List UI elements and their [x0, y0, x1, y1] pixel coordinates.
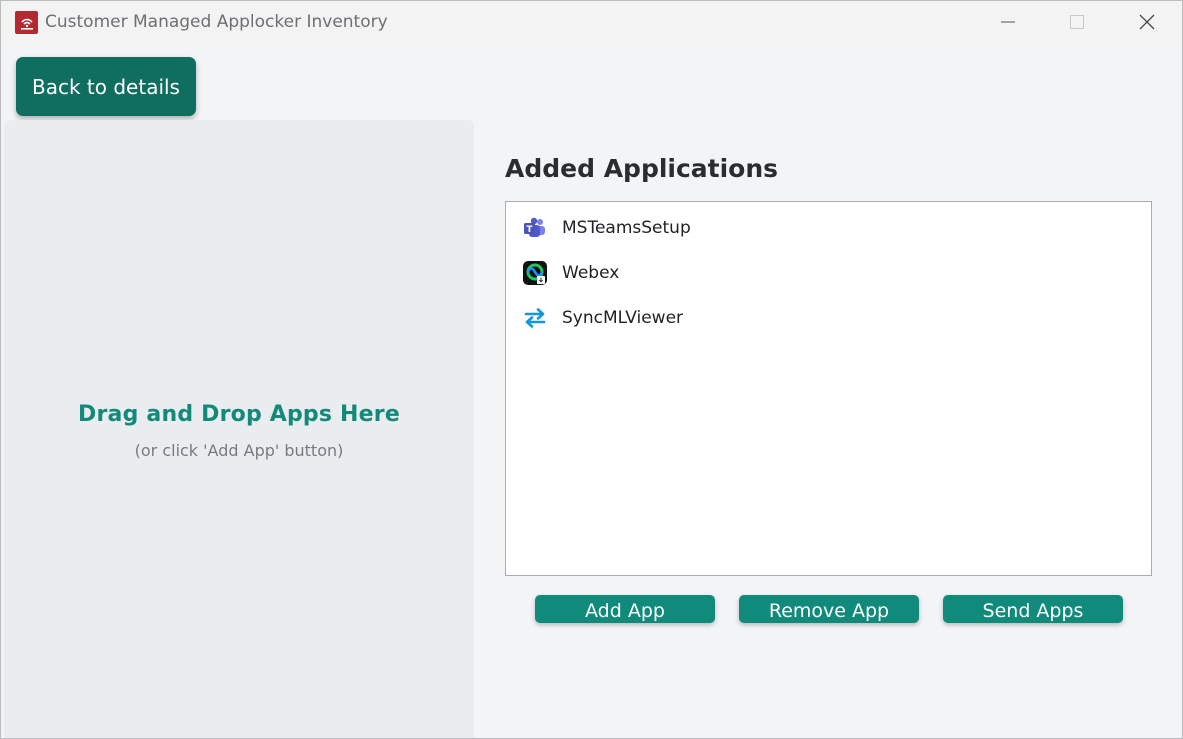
- list-item-label: Webex: [562, 263, 620, 283]
- app-window: Customer Managed Applocker Inventory Bac…: [0, 0, 1183, 739]
- app-logo-icon: [15, 11, 38, 34]
- add-app-button[interactable]: Add App: [535, 595, 715, 623]
- close-button[interactable]: [1117, 1, 1177, 43]
- remove-app-button[interactable]: Remove App: [739, 595, 919, 623]
- list-item-label: SyncMLViewer: [562, 308, 684, 328]
- webex-icon: [522, 260, 548, 286]
- teams-icon: T: [522, 215, 548, 241]
- added-applications-heading: Added Applications: [505, 154, 779, 183]
- list-item[interactable]: T MSTeamsSetup: [522, 215, 691, 241]
- close-icon: [1139, 14, 1155, 30]
- maximize-icon: [1070, 15, 1084, 29]
- added-applications-list[interactable]: T MSTeamsSetup Webex SyncMLViewer: [505, 201, 1152, 576]
- sync-arrows-icon: [522, 305, 548, 331]
- list-item-label: MSTeamsSetup: [562, 218, 691, 238]
- drop-zone-title: Drag and Drop Apps Here: [78, 402, 400, 427]
- minimize-button[interactable]: [978, 1, 1038, 43]
- title-bar[interactable]: Customer Managed Applocker Inventory: [1, 1, 1182, 45]
- drop-zone[interactable]: Drag and Drop Apps Here (or click 'Add A…: [4, 120, 474, 738]
- drop-zone-subtitle: (or click 'Add App' button): [134, 441, 344, 460]
- back-to-details-button[interactable]: Back to details: [16, 57, 196, 116]
- maximize-button[interactable]: [1047, 1, 1107, 43]
- svg-text:T: T: [526, 225, 533, 235]
- send-apps-button[interactable]: Send Apps: [943, 595, 1123, 623]
- list-item[interactable]: SyncMLViewer: [522, 305, 683, 331]
- window-title: Customer Managed Applocker Inventory: [45, 12, 388, 32]
- list-item[interactable]: Webex: [522, 260, 619, 286]
- minimize-icon: [1001, 21, 1015, 23]
